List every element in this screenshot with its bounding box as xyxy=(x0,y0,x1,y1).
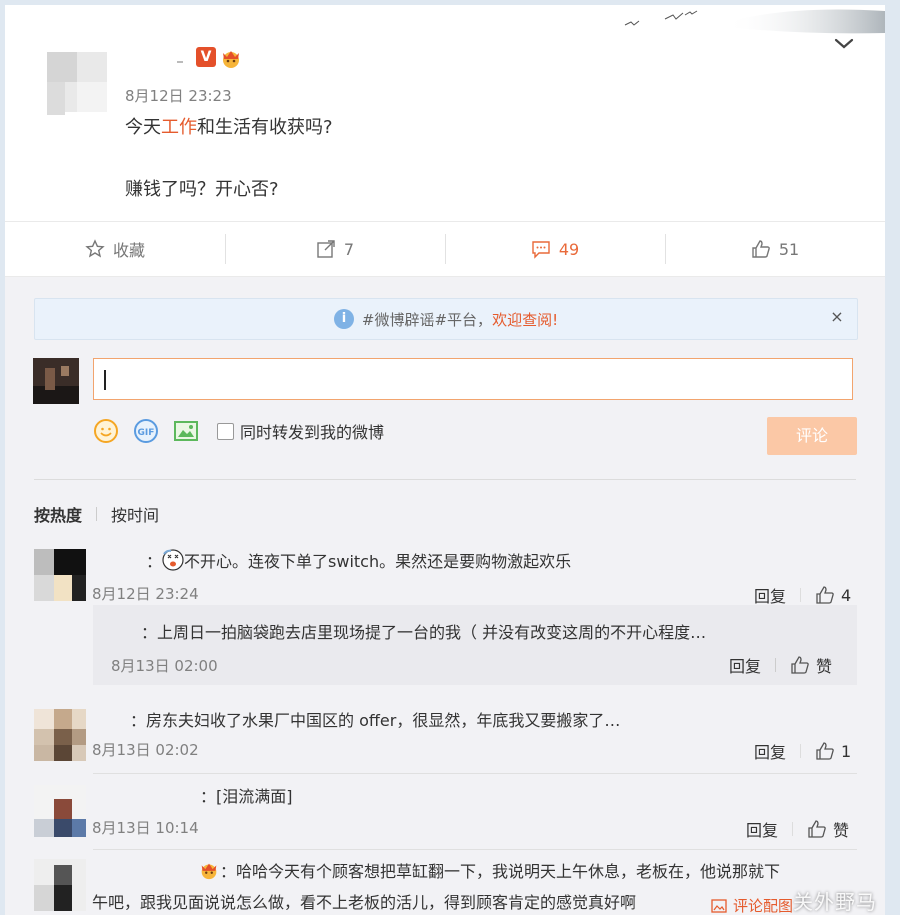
author-avatar[interactable] xyxy=(47,52,107,115)
comment-time[interactable]: 8月12日 23:24 xyxy=(92,583,199,604)
reply-thread: ：上周日一拍脑袋跑去店里现场提了一台的我（ 并没有改变这周的不开心程度… 8月1… xyxy=(93,605,857,685)
comment-item: ：[泪流满面] 8月13日 10:14 回复 赞 xyxy=(34,785,856,845)
submit-comment-button[interactable]: 评论 xyxy=(767,417,857,455)
post-action-bar: 收藏 7 49 51 xyxy=(5,221,885,277)
reply-actions: 回复 赞 xyxy=(729,653,832,677)
repost-to-my-weibo[interactable]: 同时转发到我的微博 xyxy=(217,419,384,443)
comment-input[interactable] xyxy=(93,358,853,400)
comment-text: ：房东夫妇收了水果厂中国区的 offer，很显然，年底我又要搬家了… xyxy=(130,711,621,730)
reply-button[interactable]: 回复 xyxy=(754,583,786,607)
repost-icon xyxy=(317,240,335,258)
my-avatar[interactable] xyxy=(33,358,79,404)
emoji-icon[interactable] xyxy=(93,418,119,444)
composer-tools: GIF 同时转发到我的微博 xyxy=(93,417,384,445)
reply-button[interactable]: 回复 xyxy=(746,817,778,841)
commenter-avatar[interactable] xyxy=(34,709,86,761)
thumbs-up-icon xyxy=(816,586,834,604)
comment-icon xyxy=(532,241,550,259)
post-text: 今天工作和生活有收获吗? 赚钱了吗？开心否? xyxy=(125,117,333,200)
sort-by-hot[interactable]: 按热度 xyxy=(34,502,82,526)
comment-like-button[interactable]: 赞 xyxy=(807,817,849,841)
reply-time[interactable]: 8月13日 02:00 xyxy=(111,655,218,676)
reply-button[interactable]: 回复 xyxy=(729,653,761,677)
comment-like-button[interactable]: 4 xyxy=(815,585,851,605)
post-header: V 8月12日 23:23 今天工作和生活有收获吗? 赚钱了吗？开心否? xyxy=(5,5,885,220)
comment-text-continued: 午吧，跟我见面说说怎么做，看不上老板的活儿，得到顾客肯定的感觉真好啊 xyxy=(92,893,637,912)
sort-by-time[interactable]: 按时间 xyxy=(111,502,159,526)
commenter-avatar[interactable] xyxy=(34,785,86,837)
divider xyxy=(34,479,856,480)
chevron-down-icon[interactable] xyxy=(833,35,855,51)
comment-text: ：[泪流满面] xyxy=(200,787,293,806)
comment-like-button[interactable]: 1 xyxy=(815,741,851,761)
crown-badge-icon xyxy=(223,51,239,68)
close-icon[interactable]: × xyxy=(827,307,847,327)
verified-badge-icon: V xyxy=(196,47,216,67)
commenter-avatar[interactable] xyxy=(34,859,86,911)
comment-like-button[interactable]: 赞 xyxy=(790,653,832,677)
weibo-card: V 8月12日 23:23 今天工作和生活有收获吗? 赚钱了吗？开心否? 收藏 … xyxy=(5,5,885,915)
crown-badge-icon xyxy=(201,863,217,880)
rumor-notice: i #微博辟谣#平台， 欢迎查阅! × xyxy=(34,298,858,340)
comment-actions: 回复 1 xyxy=(754,739,851,763)
comment-item: ：不开心。连夜下单了switch。果然还是要购物激起欢乐 8月12日 23:24… xyxy=(34,549,856,609)
comment-item: ：房东夫妇收了水果厂中国区的 offer，很显然，年底我又要搬家了… 8月13日… xyxy=(34,709,856,771)
image-icon xyxy=(711,898,727,913)
comment-text: ：哈哈今天有个顾客想把草缸翻一下，我说明天上午休息，老板在，他说那就下 xyxy=(198,859,780,884)
comment-actions: 回复 赞 xyxy=(746,817,849,841)
comment-text: ：不开心。连夜下单了switch。果然还是要购物激起欢乐 xyxy=(120,549,571,574)
info-icon: i xyxy=(333,309,354,329)
author-name[interactable] xyxy=(125,47,185,65)
image-icon[interactable] xyxy=(173,418,199,444)
favorite-button[interactable]: 收藏 xyxy=(5,222,225,276)
comment-time[interactable]: 8月13日 10:14 xyxy=(92,817,199,838)
divider xyxy=(93,773,857,774)
comment-image-link[interactable]: 评论配图 xyxy=(711,895,793,915)
thumbs-up-icon xyxy=(816,742,834,760)
keyword-link[interactable]: 工作 xyxy=(161,117,197,138)
comment-button[interactable]: 49 xyxy=(445,222,665,276)
notice-link[interactable]: 欢迎查阅! xyxy=(492,309,558,330)
svg-text:GIF: GIF xyxy=(138,428,155,438)
gif-icon[interactable]: GIF xyxy=(133,418,159,444)
dizzy-face-emoji-icon xyxy=(162,549,184,571)
star-icon xyxy=(85,239,105,258)
thumbs-up-icon xyxy=(808,820,826,838)
sort-tabs: 按热度 按时间 xyxy=(34,502,159,526)
reply-button[interactable]: 回复 xyxy=(754,739,786,763)
reply-text: ：上周日一拍脑袋跑去店里现场提了一台的我（ 并没有改变这周的不开心程度… xyxy=(141,623,707,642)
watermark: 关外野马 xyxy=(793,890,877,914)
repost-button[interactable]: 7 xyxy=(225,222,445,276)
post-time[interactable]: 8月12日 23:23 xyxy=(125,85,232,106)
thumbs-up-icon xyxy=(791,656,809,674)
comment-actions: 回复 4 xyxy=(754,583,851,607)
divider xyxy=(93,849,857,850)
thumbs-up-icon xyxy=(752,240,770,258)
comments-section: i #微博辟谣#平台， 欢迎查阅! × GIF 同时转发到我的微博 评论 按热度 … xyxy=(5,277,885,915)
commenter-avatar[interactable] xyxy=(34,549,86,601)
like-button[interactable]: 51 xyxy=(665,222,885,276)
comment-time[interactable]: 8月13日 02:02 xyxy=(92,739,199,760)
repost-checkbox[interactable] xyxy=(217,422,234,440)
